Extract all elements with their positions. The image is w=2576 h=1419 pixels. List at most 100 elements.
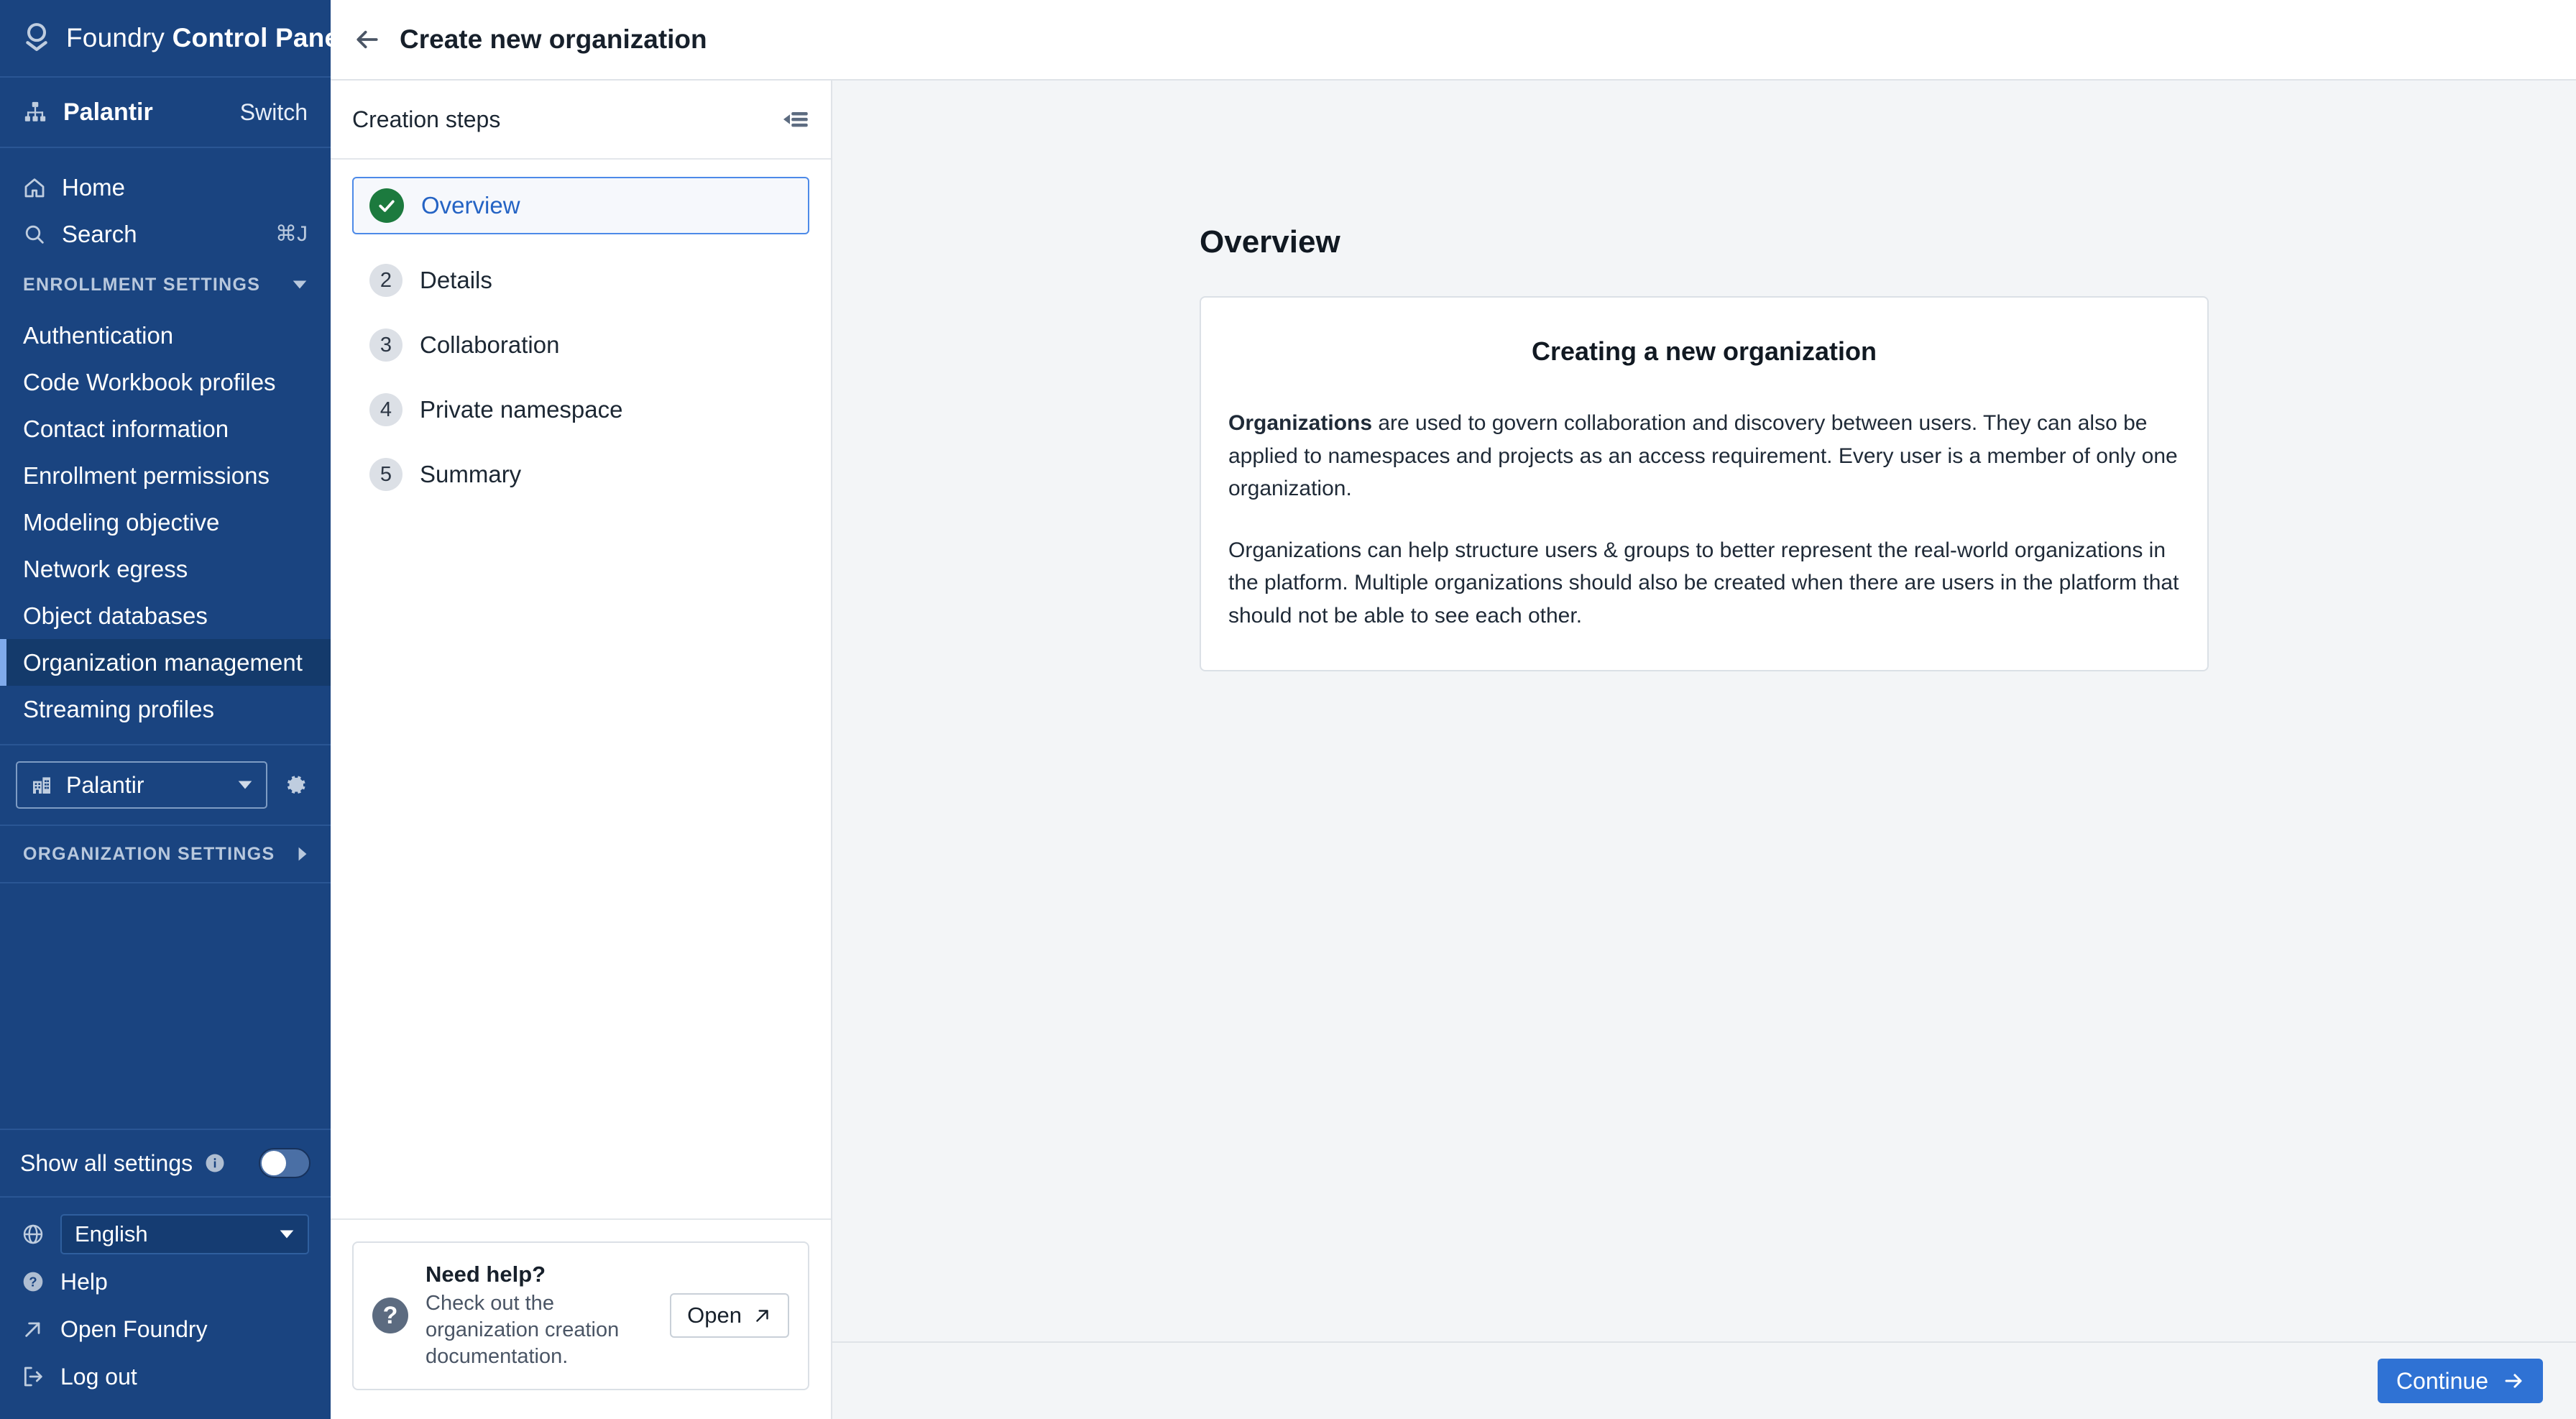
step-summary-number: 5 — [369, 458, 402, 491]
overview-card-heading: Creating a new organization — [1531, 336, 1877, 366]
sidebar-enrollment-items: Authentication Code Workbook profiles Co… — [0, 312, 331, 733]
external-link-icon — [753, 1306, 772, 1325]
step-collaboration[interactable]: 3 Collaboration — [352, 316, 809, 374]
overview-card-paragraph-1: Organizations are used to govern collabo… — [1228, 407, 2180, 505]
language-dropdown[interactable]: English — [60, 1214, 309, 1254]
sidebar-item-enrollment-permissions-label: Enrollment permissions — [23, 461, 270, 489]
foundry-logo-icon — [23, 22, 50, 54]
overview-heading: Overview — [1200, 224, 1340, 260]
step-spacer — [352, 374, 809, 381]
chevron-down-icon — [237, 780, 253, 790]
language-selector-row: English — [0, 1211, 331, 1258]
sidebar-item-streaming-profiles[interactable]: Streaming profiles — [0, 686, 331, 733]
search-icon — [23, 223, 46, 246]
main-content: Overview Creating a new organization Org… — [832, 81, 2576, 1419]
sidebar-item-home[interactable]: Home — [0, 164, 331, 211]
step-spacer — [352, 438, 809, 446]
creation-steps-title: Creation steps — [352, 106, 501, 132]
show-all-settings-label: Show all settings — [20, 1149, 193, 1176]
sidebar-item-authentication[interactable]: Authentication — [0, 312, 331, 359]
sidebar-item-contact-information[interactable]: Contact information — [0, 405, 331, 452]
show-all-settings-row: Show all settings — [0, 1129, 331, 1198]
sidebar-item-modeling-objective[interactable]: Modeling objective — [0, 499, 331, 546]
sidebar-item-search[interactable]: Search ⌘J — [0, 211, 331, 257]
sidebar-item-enrollment-permissions[interactable]: Enrollment permissions — [0, 452, 331, 499]
need-help-card: ? Need help? Check out the organization … — [352, 1241, 809, 1390]
sidebar-item-network-egress[interactable]: Network egress — [0, 546, 331, 592]
sidebar-item-object-databases-label: Object databases — [23, 602, 208, 629]
sidebar-org-switch-button[interactable]: Switch — [240, 99, 308, 126]
sidebar-section-organization-settings-label: ORGANIZATION SETTINGS — [23, 843, 275, 864]
step-summary-label: Summary — [420, 461, 522, 487]
gear-icon[interactable] — [282, 771, 309, 799]
step-private-namespace-label: Private namespace — [420, 396, 623, 423]
overview-card-paragraph-1-bold: Organizations — [1228, 411, 1373, 435]
sidebar: Foundry Control Panel Palantir Switch Ho… — [0, 0, 347, 1419]
open-documentation-button[interactable]: Open — [670, 1293, 789, 1338]
sidebar-item-log-out-label: Log out — [60, 1363, 137, 1390]
continue-button-label: Continue — [2396, 1367, 2488, 1394]
sidebar-org-header[interactable]: Palantir Switch — [0, 78, 331, 148]
sidebar-item-home-label: Home — [62, 173, 126, 201]
sidebar-item-log-out[interactable]: Log out — [0, 1353, 331, 1400]
main-scroll-area: Overview Creating a new organization Org… — [832, 81, 2576, 1341]
step-collaboration-number: 3 — [369, 329, 402, 362]
sidebar-item-authentication-label: Authentication — [23, 321, 174, 349]
creation-steps-header: Creation steps — [331, 81, 831, 160]
external-link-icon — [22, 1318, 45, 1341]
org-selector-dropdown[interactable]: Palantir — [16, 761, 267, 809]
arrow-right-icon — [2503, 1370, 2524, 1392]
step-private-namespace[interactable]: 4 Private namespace — [352, 381, 809, 438]
overview-card-paragraph-2: Organizations can help structure users &… — [1228, 538, 2179, 628]
info-icon[interactable] — [204, 1152, 226, 1174]
steps-spacer — [331, 503, 831, 1218]
arrow-left-icon[interactable] — [354, 26, 381, 53]
globe-icon — [22, 1223, 45, 1246]
sidebar-item-streaming-profiles-label: Streaming profiles — [23, 695, 214, 722]
show-all-settings-toggle[interactable] — [259, 1148, 310, 1178]
sidebar-item-code-workbook-profiles[interactable]: Code Workbook profiles — [0, 359, 331, 405]
chevron-down-icon — [292, 280, 308, 290]
sidebar-item-object-databases[interactable]: Object databases — [0, 592, 331, 639]
need-help-text: Need help? Check out the organization cr… — [426, 1262, 653, 1370]
sidebar-org-selector-row: Palantir — [0, 744, 331, 826]
sidebar-item-open-foundry[interactable]: Open Foundry — [0, 1305, 331, 1353]
help-card-wrapper: ? Need help? Check out the organization … — [331, 1218, 831, 1419]
sidebar-section-enrollment-label: ENROLLMENT SETTINGS — [23, 274, 261, 295]
step-spacer — [352, 309, 809, 316]
step-overview-label: Overview — [421, 192, 520, 219]
sidebar-section-enrollment-settings[interactable]: ENROLLMENT SETTINGS — [0, 257, 331, 312]
chevron-right-icon — [298, 846, 308, 862]
page-header: Create new organization — [331, 0, 2576, 81]
creation-steps-panel: Creation steps Overview 2 Details 3 Coll… — [331, 81, 832, 1419]
step-overview[interactable]: Overview — [352, 177, 809, 234]
need-help-title: Need help? — [426, 1261, 546, 1287]
sidebar-item-open-foundry-label: Open Foundry — [60, 1315, 208, 1342]
help-circle-icon: ? — [22, 1270, 45, 1293]
continue-button[interactable]: Continue — [2377, 1359, 2543, 1403]
building-icon — [30, 773, 53, 796]
toggle-knob — [262, 1151, 286, 1175]
sidebar-item-organization-management[interactable]: Organization management — [0, 639, 331, 686]
check-circle-icon — [369, 188, 404, 223]
step-private-namespace-number: 4 — [369, 393, 402, 426]
step-details[interactable]: 2 Details — [352, 252, 809, 309]
sidebar-item-network-egress-label: Network egress — [23, 555, 188, 582]
question-mark-icon: ? — [372, 1298, 408, 1334]
sidebar-item-modeling-objective-label: Modeling objective — [23, 508, 220, 536]
sidebar-item-help[interactable]: ? Help — [0, 1258, 331, 1305]
sidebar-org-name: Palantir — [63, 98, 153, 126]
sidebar-section-organization-settings[interactable]: ORGANIZATION SETTINGS — [0, 826, 331, 883]
search-shortcut-hint: ⌘J — [275, 222, 308, 246]
chevron-down-icon — [279, 1229, 295, 1239]
step-details-label: Details — [420, 267, 492, 293]
step-spacer — [352, 234, 809, 252]
sidebar-item-code-workbook-profiles-label: Code Workbook profiles — [23, 368, 276, 395]
open-documentation-button-label: Open — [687, 1303, 742, 1328]
brand-title-light: Foundry — [66, 23, 172, 52]
svg-text:?: ? — [29, 1275, 37, 1290]
sidebar-brand[interactable]: Foundry Control Panel — [0, 0, 347, 78]
page-footer-bar: Continue — [832, 1341, 2576, 1419]
collapse-panel-icon[interactable] — [783, 109, 809, 130]
step-summary[interactable]: 5 Summary — [352, 446, 809, 503]
